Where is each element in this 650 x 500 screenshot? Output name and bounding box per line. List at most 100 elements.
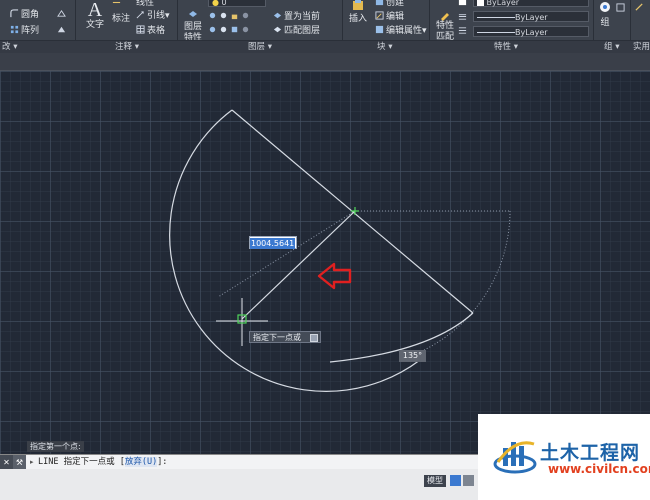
layer-walk-icon: [209, 26, 216, 33]
lineweight-dropdown[interactable]: ByLayer: [473, 11, 589, 22]
layer-match-icon: [231, 26, 238, 33]
match-properties-button[interactable]: 特性 匹配: [434, 0, 456, 42]
array-icon: [10, 25, 19, 34]
dynamic-input-value: 1004.5641: [250, 238, 296, 249]
prop-icon-2[interactable]: [458, 12, 469, 25]
set-current-icon: [273, 12, 282, 19]
array-button[interactable]: 阵列: [10, 25, 39, 38]
set-current-label: 置为当前: [284, 12, 321, 22]
layer-tools-row2[interactable]: [208, 25, 252, 38]
file-tab-strip: [0, 53, 650, 71]
watermark-title: 土木工程网: [540, 442, 641, 464]
match-layer-button[interactable]: 匹配图层: [273, 25, 320, 38]
command-arrow-icon: ▸: [30, 458, 34, 466]
linear-dim-icon: [112, 1, 121, 4]
match-properties-icon: [441, 13, 449, 21]
edit-attr-button[interactable]: 编辑属性▾: [375, 25, 427, 38]
command-option-undo[interactable]: 放弃(U): [124, 457, 158, 467]
text-button[interactable]: A 文字: [82, 0, 108, 38]
measure-icon: [635, 3, 643, 11]
dimension-label: 标注: [112, 14, 131, 24]
layer-dropdown[interactable]: ● 0: [208, 0, 266, 7]
panel-label-modify-marker: ▾: [13, 42, 18, 52]
layer-freeze-icon: [220, 12, 227, 19]
text-icon: A: [87, 0, 103, 21]
layer-tools-row1[interactable]: [208, 11, 252, 24]
modify-extra-button[interactable]: [57, 9, 68, 22]
linetype-sample: [477, 32, 515, 33]
fillet-icon: [10, 9, 19, 18]
table-icon: [136, 25, 145, 34]
fillet-button[interactable]: 圆角: [10, 9, 39, 22]
layer-isolate-icon: [209, 12, 216, 19]
group-button[interactable]: 组: [596, 0, 614, 38]
leader-icon: [136, 11, 144, 19]
command-input[interactable]: LINE 指定下一点或 [放弃(U)]:: [38, 455, 167, 470]
match-layer-label: 匹配图层: [284, 26, 321, 36]
linear-button[interactable]: [112, 0, 123, 11]
set-current-button[interactable]: 置为当前: [273, 11, 320, 24]
color-swatch: [477, 0, 484, 6]
command-prompt: LINE 指定下一点或 [: [38, 457, 125, 467]
insert-button[interactable]: 插入: [347, 0, 369, 36]
edit-attr-label: 编辑属性: [386, 26, 423, 36]
snap-toggle-icon[interactable]: [463, 475, 474, 486]
panel-label-groups-marker: ▾: [615, 42, 620, 52]
create-block-button[interactable]: 创建: [375, 0, 404, 10]
insert-label: 插入: [348, 14, 367, 24]
close-icon[interactable]: ✕: [0, 455, 13, 470]
color-value: ByLayer: [486, 0, 520, 7]
group-icon: [600, 2, 610, 12]
text-label: 文字: [85, 20, 104, 30]
layer-properties-icon: [189, 11, 197, 17]
leader-label: 引线: [147, 11, 166, 21]
match-layer-icon: [273, 26, 282, 33]
color-dropdown[interactable]: ByLayer: [473, 0, 589, 7]
layer-lock-icon: [231, 14, 238, 20]
linetype-dropdown[interactable]: ByLayer: [473, 26, 589, 37]
command-history: 指定第一个点:: [27, 441, 84, 452]
leader-button[interactable]: 引线▾: [136, 10, 170, 23]
linear-dropdown[interactable]: 线性: [136, 0, 154, 10]
prop-icon-1[interactable]: [458, 0, 469, 10]
create-block-label: 创建: [386, 0, 405, 8]
layer-prev-icon: [242, 26, 249, 33]
group-tool-1[interactable]: [616, 3, 627, 16]
color-swatch-icon: [458, 0, 467, 6]
utilities-button[interactable]: [635, 3, 646, 16]
layer-off-icon: [242, 12, 249, 19]
watermark-url: www.civilcn.com: [548, 462, 650, 476]
group-label: 组: [600, 18, 610, 28]
panel-label-annotation-marker: ▾: [134, 42, 139, 52]
layer-value: 0: [221, 0, 227, 7]
erase-icon: [57, 26, 66, 33]
model-tab[interactable]: 模型: [424, 475, 446, 487]
command-prompt-end: ]:: [157, 457, 168, 467]
prop-icon-3[interactable]: [458, 26, 469, 39]
tooltip-options-icon[interactable]: [310, 334, 318, 342]
insert-icon: [353, 0, 363, 10]
table-button[interactable]: 表格: [136, 25, 165, 38]
lineweight-value: ByLayer: [515, 13, 548, 22]
layer-bulb-icon: ●: [212, 0, 219, 7]
dynamic-input-length[interactable]: 1004.5641: [249, 236, 297, 249]
layer-properties-button[interactable]: 图层 特性: [182, 0, 204, 43]
wrench-icon[interactable]: ⚒: [13, 455, 26, 470]
edit-block-button[interactable]: 编辑: [375, 11, 404, 24]
edit-block-label: 编辑: [386, 12, 405, 22]
array-label: 阵列: [21, 26, 40, 36]
ungroup-icon: [616, 3, 625, 12]
layer-merge-icon: [220, 26, 227, 33]
edit-block-icon: [375, 11, 384, 20]
edit-attribute-icon: [375, 25, 384, 34]
modify-extra2-button[interactable]: [57, 25, 68, 38]
create-block-icon: [375, 0, 384, 6]
lineweight-icon: [458, 14, 467, 20]
list-icon: [458, 27, 467, 34]
drawing-canvas[interactable]: [0, 71, 650, 454]
table-label: 表格: [147, 26, 166, 36]
ribbon-panel-labels: 改 ▾ 注释 ▾ 图层 ▾ 块 ▾ 特性 ▾ 组 ▾ 实用: [0, 40, 650, 54]
grid-toggle-icon[interactable]: [450, 475, 461, 486]
ribbon: 圆角 阵列 A 文字 标注 线性 引线▾ 表格 图层 特性 ● 0 置为当前 匹…: [0, 0, 650, 54]
dimension-button[interactable]: 标注: [112, 13, 130, 26]
